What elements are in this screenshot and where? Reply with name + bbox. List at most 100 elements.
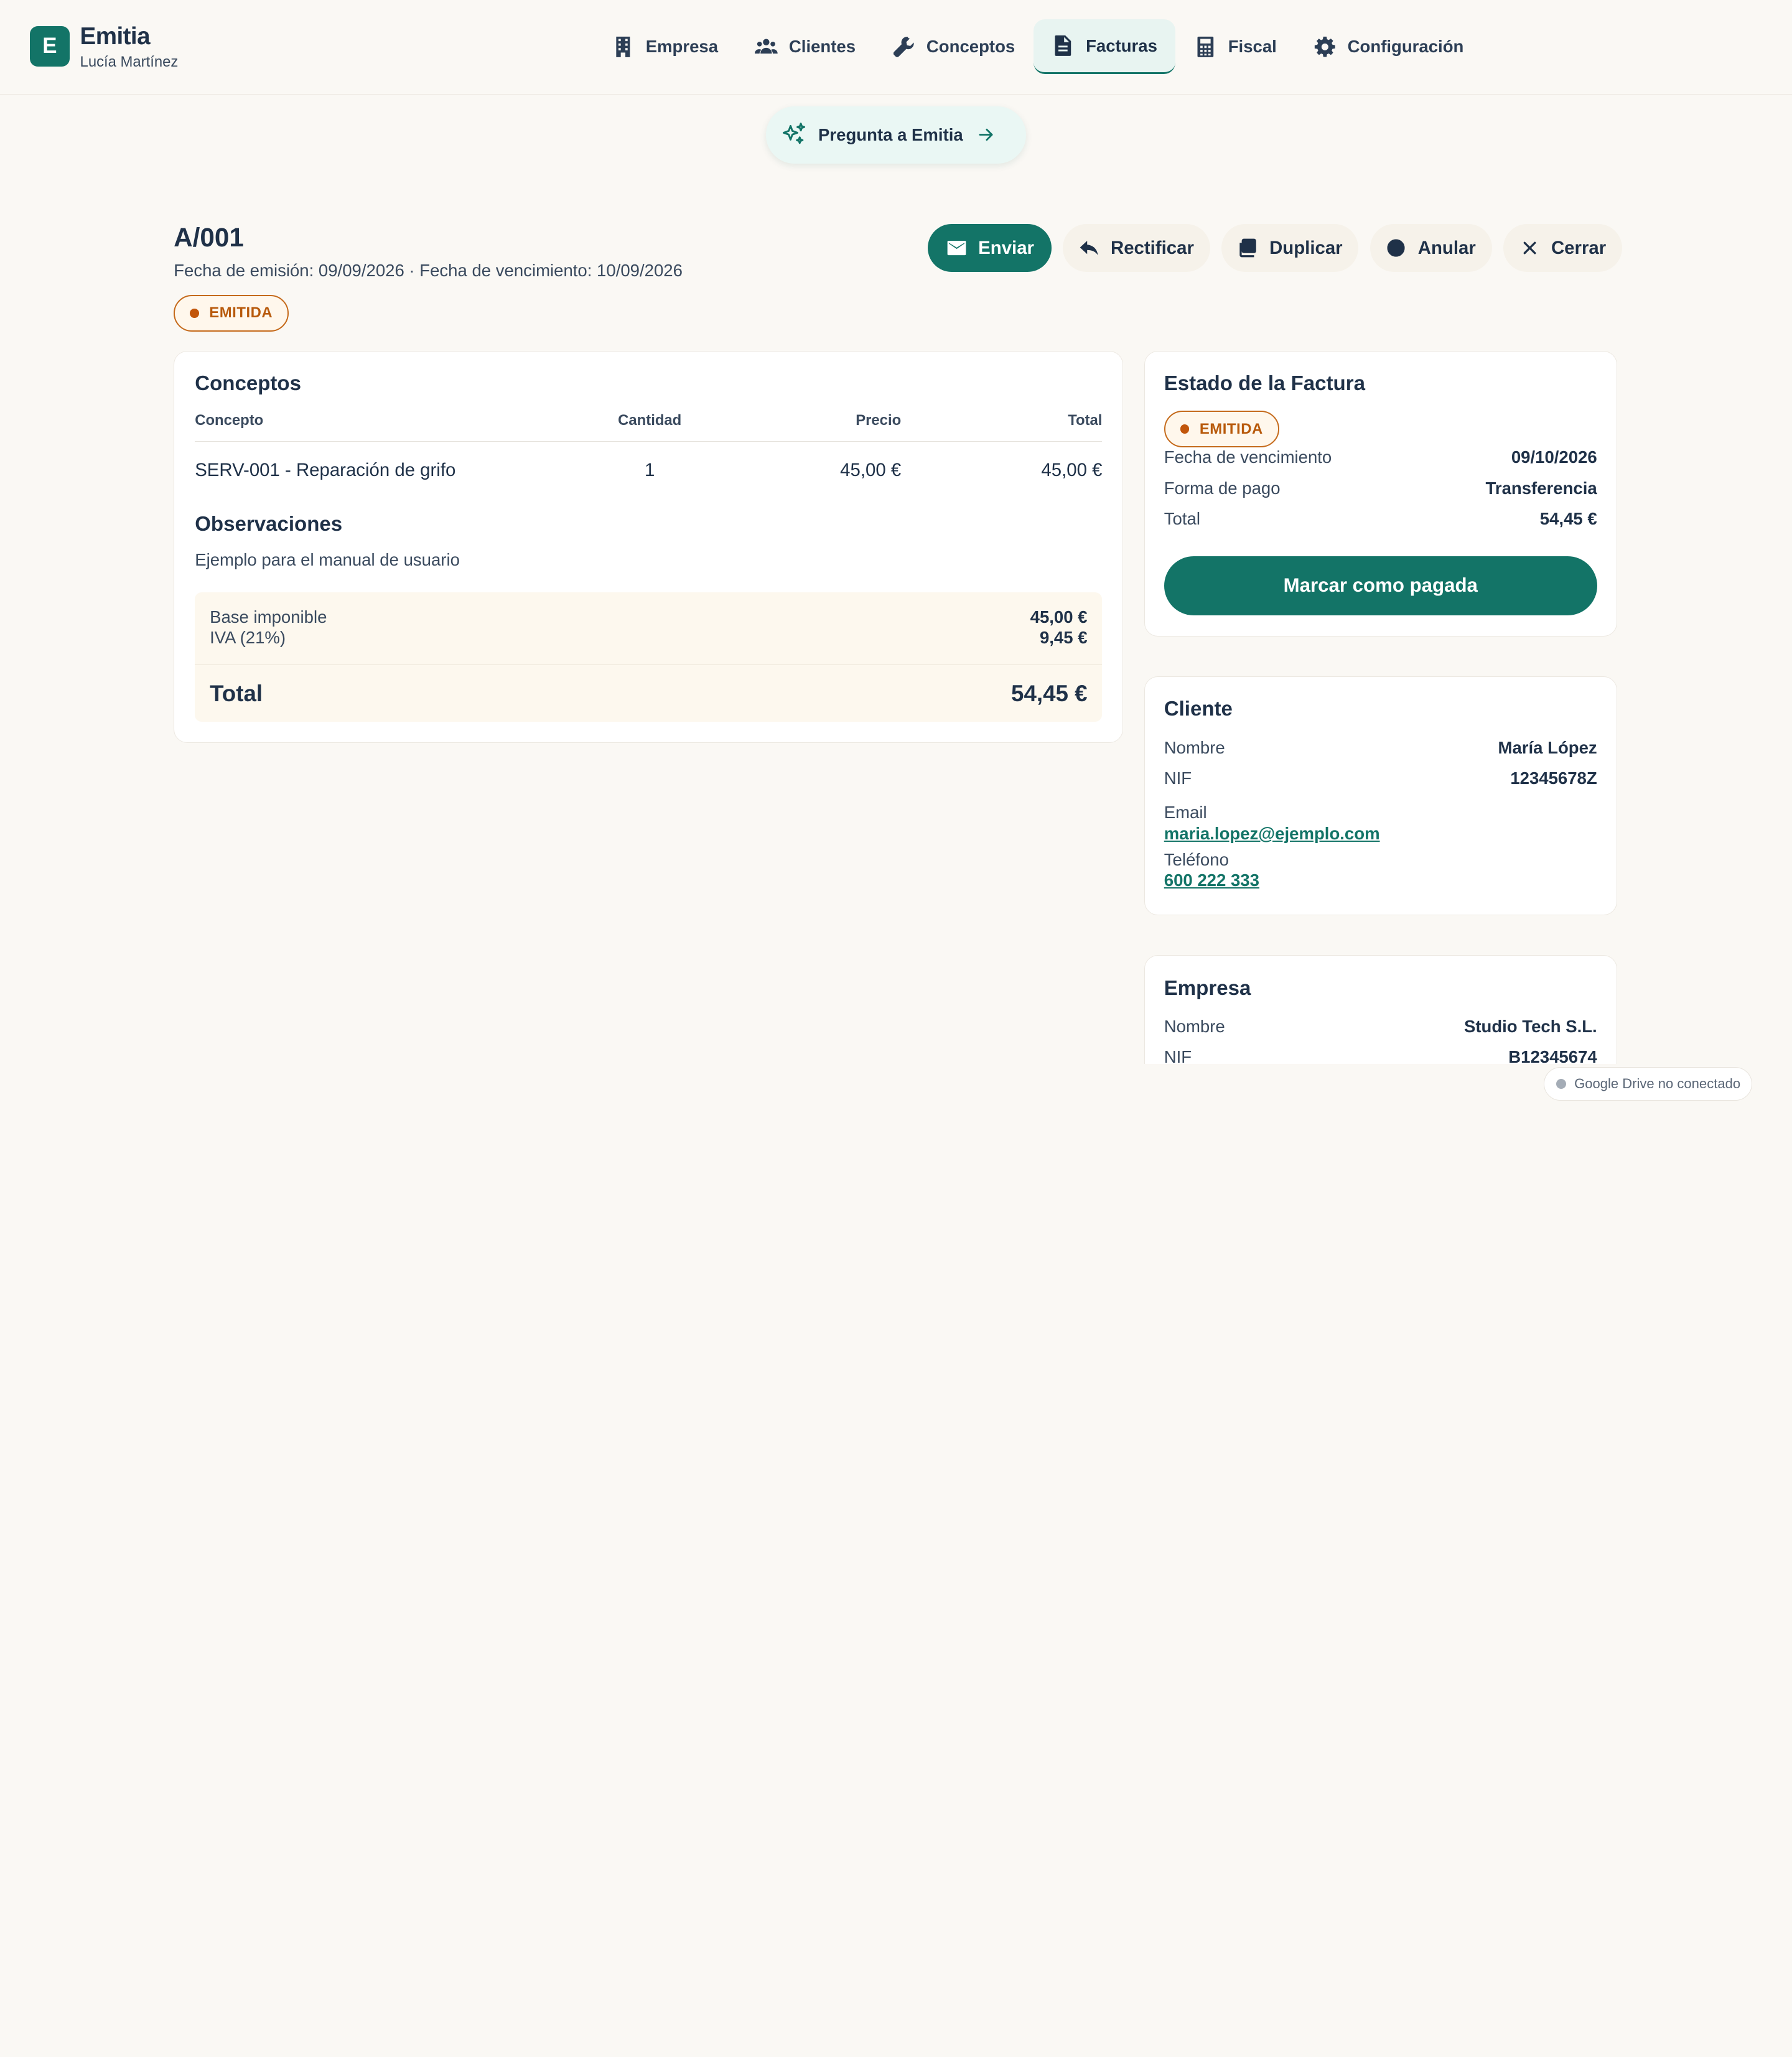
client-card-title: Cliente — [1164, 697, 1233, 721]
status-card-title: Estado de la Factura — [1164, 371, 1365, 395]
gear-icon — [1314, 36, 1335, 57]
drive-status-label: Google Drive no conectado — [1574, 1076, 1741, 1092]
rectify-button[interactable]: Rectificar — [1062, 223, 1210, 273]
client-name-label: Nombre — [1164, 737, 1225, 757]
nav-label: Empresa — [645, 37, 719, 57]
payment-method-value: Transferencia — [1485, 478, 1597, 498]
nav-item-facturas[interactable]: Facturas — [1033, 19, 1176, 75]
send-button[interactable]: Enviar — [928, 223, 1052, 273]
client-name-row: Nombre María López — [1164, 738, 1597, 763]
due-date-row: Fecha de vencimiento 09/10/2026 — [1164, 447, 1597, 472]
client-nif-label: NIF — [1164, 768, 1192, 788]
base-value: 45,00 € — [1030, 607, 1088, 627]
iva-value: 9,45 € — [1039, 628, 1088, 648]
brand[interactable]: E Emitia Lucía Martínez — [29, 22, 179, 72]
status-dot-icon — [190, 308, 199, 318]
cell-total: 45,00 € — [1041, 460, 1103, 481]
status-dot-icon — [1180, 424, 1190, 434]
nav-label: Clientes — [788, 37, 856, 57]
duplicate-label: Duplicar — [1269, 237, 1343, 258]
nav-item-empresa[interactable]: Empresa — [593, 19, 736, 74]
bottom-fade — [0, 1063, 1792, 1120]
close-icon — [1523, 241, 1536, 254]
company-name-label: Nombre — [1164, 1016, 1225, 1036]
mark-paid-button[interactable]: Marcar como pagada — [1164, 556, 1597, 616]
building-icon — [615, 36, 630, 57]
nav-item-fiscal[interactable]: Fiscal — [1175, 19, 1295, 74]
client-phone-block: Teléfono 600 222 333 — [1164, 850, 1597, 891]
users-icon — [754, 39, 778, 54]
nav-item-conceptos[interactable]: Conceptos — [874, 19, 1033, 74]
nav-label: Configuración — [1347, 37, 1464, 57]
payment-method-label: Forma de pago — [1164, 478, 1281, 498]
nav-item-configuracion[interactable]: Configuración — [1295, 19, 1482, 74]
brand-name: Emitia — [80, 22, 151, 50]
concepts-card: Conceptos Concepto Cantidad Precio Total… — [174, 350, 1124, 743]
close-label: Cerrar — [1551, 237, 1607, 258]
due-date-label: Fecha de vencimiento — [1164, 447, 1332, 467]
top-header: E Emitia Lucía Martínez Empresa Clientes… — [0, 0, 1792, 95]
totals-box: Base imponible 45,00 € IVA (21%) 9,45 € … — [195, 592, 1103, 722]
client-email-link[interactable]: maria.lopez@ejemplo.com — [1164, 824, 1597, 844]
void-label: Anular — [1417, 237, 1476, 258]
concepts-title: Conceptos — [195, 371, 301, 395]
total-row: Total 54,45 € — [1164, 509, 1597, 534]
grand-total-line: Total 54,45 € — [210, 681, 1087, 707]
main-nav: Empresa Clientes Conceptos Facturas Fisc… — [593, 19, 1482, 75]
grand-total-value: 54,45 € — [1011, 680, 1088, 706]
logo-icon: E — [29, 26, 70, 67]
company-name-row: Nombre Studio Tech S.L. — [1164, 1017, 1597, 1042]
table-row: SERV-001 - Reparación de grifo 1 45,00 €… — [195, 460, 1102, 487]
observations-text: Ejemplo para el manual de usuario — [195, 550, 460, 570]
nav-label: Facturas — [1086, 35, 1157, 55]
invoice-number: A/001 — [174, 223, 244, 253]
column-header-qty: Cantidad — [618, 412, 682, 429]
client-email-label: Email — [1164, 803, 1207, 823]
due-date-value: 09/10/2026 — [1511, 447, 1597, 467]
close-button[interactable]: Cerrar — [1503, 223, 1622, 273]
status-badge: EMITIDA — [174, 294, 289, 332]
cell-concept: SERV-001 - Reparación de grifo — [195, 460, 456, 481]
company-card-title: Empresa — [1164, 976, 1251, 1000]
client-name-value: María López — [1498, 737, 1597, 757]
invoice-actions: Enviar Rectificar Duplicar Anular Cerrar — [928, 223, 1622, 273]
iva-line: IVA (21%) 9,45 € — [210, 628, 1087, 648]
column-header-price: Precio — [856, 412, 902, 429]
status-label: EMITIDA — [1199, 420, 1263, 437]
user-name: Lucía Martínez — [80, 54, 179, 71]
sparkles-icon — [783, 122, 806, 144]
iva-label: IVA (21%) — [210, 628, 286, 648]
column-header-total: Total — [1068, 412, 1103, 429]
nav-label: Fiscal — [1228, 37, 1277, 57]
drive-status-dot-icon — [1556, 1078, 1567, 1089]
cell-qty: 1 — [645, 460, 655, 481]
client-phone-label: Teléfono — [1164, 849, 1229, 869]
client-nif-row: NIF 12345678Z — [1164, 768, 1597, 793]
table-header: Concepto Cantidad Precio Total — [195, 412, 1103, 442]
client-phone-link[interactable]: 600 222 333 — [1164, 870, 1597, 890]
calculator-icon — [1197, 36, 1213, 57]
copy-icon — [1239, 238, 1256, 258]
total-value: 54,45 € — [1539, 509, 1597, 529]
void-button[interactable]: Anular — [1370, 223, 1492, 273]
invoice-detail-page: E Emitia Lucía Martínez Empresa Clientes… — [0, 0, 1792, 1120]
reply-icon — [1080, 240, 1098, 256]
base-line: Base imponible 45,00 € — [210, 607, 1087, 627]
cell-price: 45,00 € — [840, 460, 902, 481]
payment-method-row: Forma de pago Transferencia — [1164, 478, 1597, 503]
client-nif-value: 12345678Z — [1510, 768, 1597, 788]
nav-item-clientes[interactable]: Clientes — [736, 19, 874, 74]
client-card: Cliente Nombre María López NIF 12345678Z… — [1144, 676, 1617, 916]
rectify-label: Rectificar — [1111, 237, 1194, 258]
company-name-value: Studio Tech S.L. — [1463, 1016, 1597, 1036]
mail-icon — [947, 240, 966, 256]
wrench-icon — [893, 37, 914, 57]
send-label: Enviar — [978, 237, 1034, 258]
ask-label: Pregunta a Emitia — [818, 124, 963, 144]
ask-emitia-button[interactable]: Pregunta a Emitia — [765, 106, 1027, 164]
drive-status-badge[interactable]: Google Drive no conectado — [1544, 1067, 1753, 1101]
duplicate-button[interactable]: Duplicar — [1221, 223, 1359, 273]
total-label: Total — [1164, 509, 1200, 529]
arrow-right-icon — [979, 129, 993, 141]
grand-total-label: Total — [210, 680, 263, 706]
